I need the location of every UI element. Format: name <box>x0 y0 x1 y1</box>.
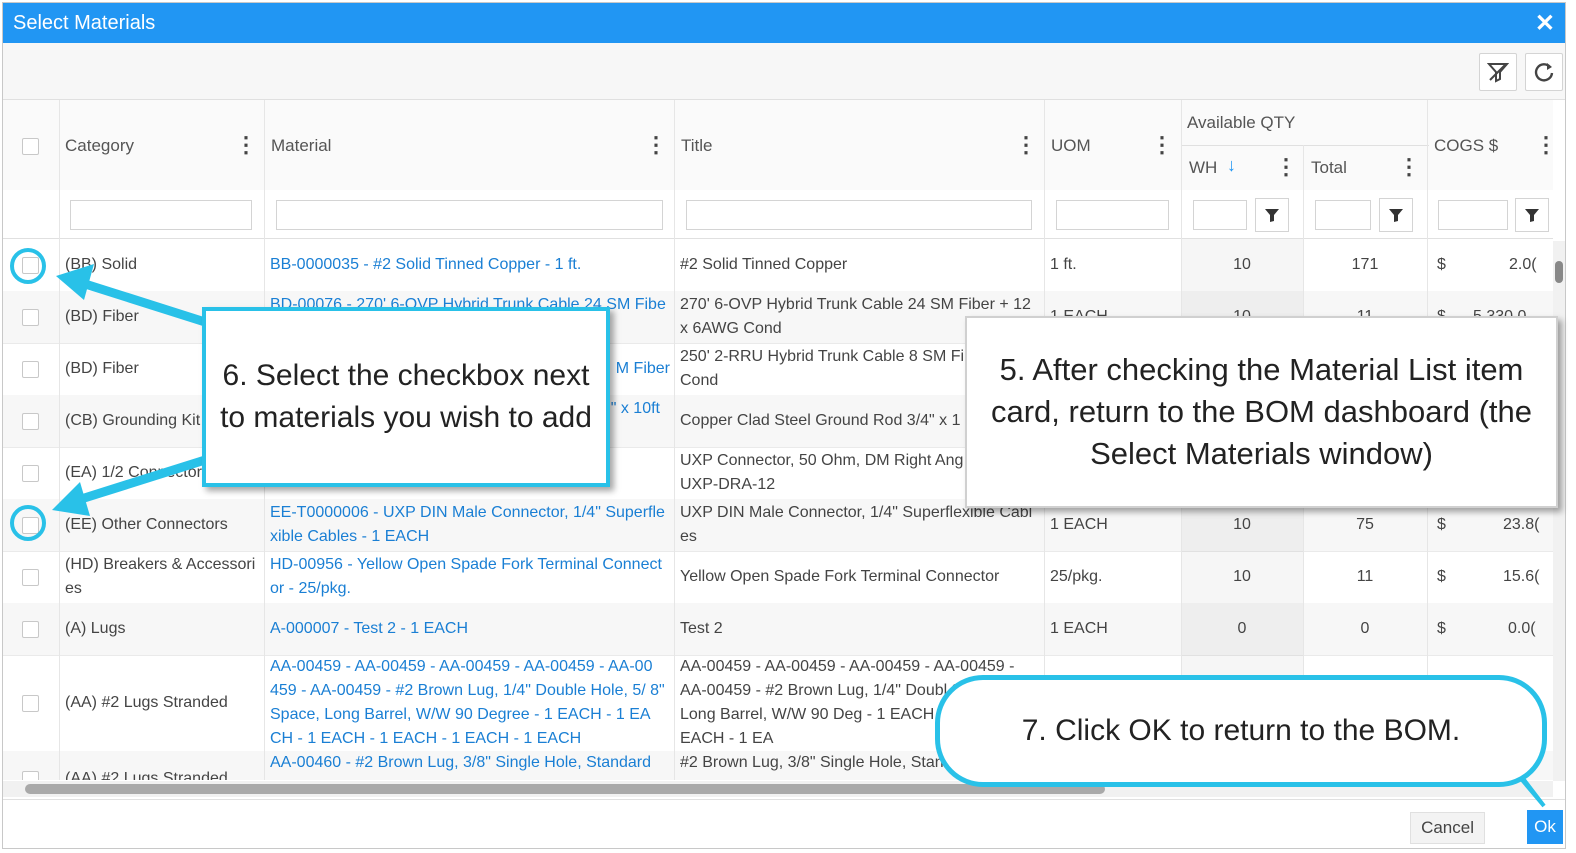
step5-callout: 5. After checking the Material List item… <box>965 316 1558 508</box>
step7-callout: 7. Click OK to return to the BOM. <box>935 675 1547 787</box>
step6-callout: 6. Select the checkbox next to materials… <box>202 307 610 487</box>
